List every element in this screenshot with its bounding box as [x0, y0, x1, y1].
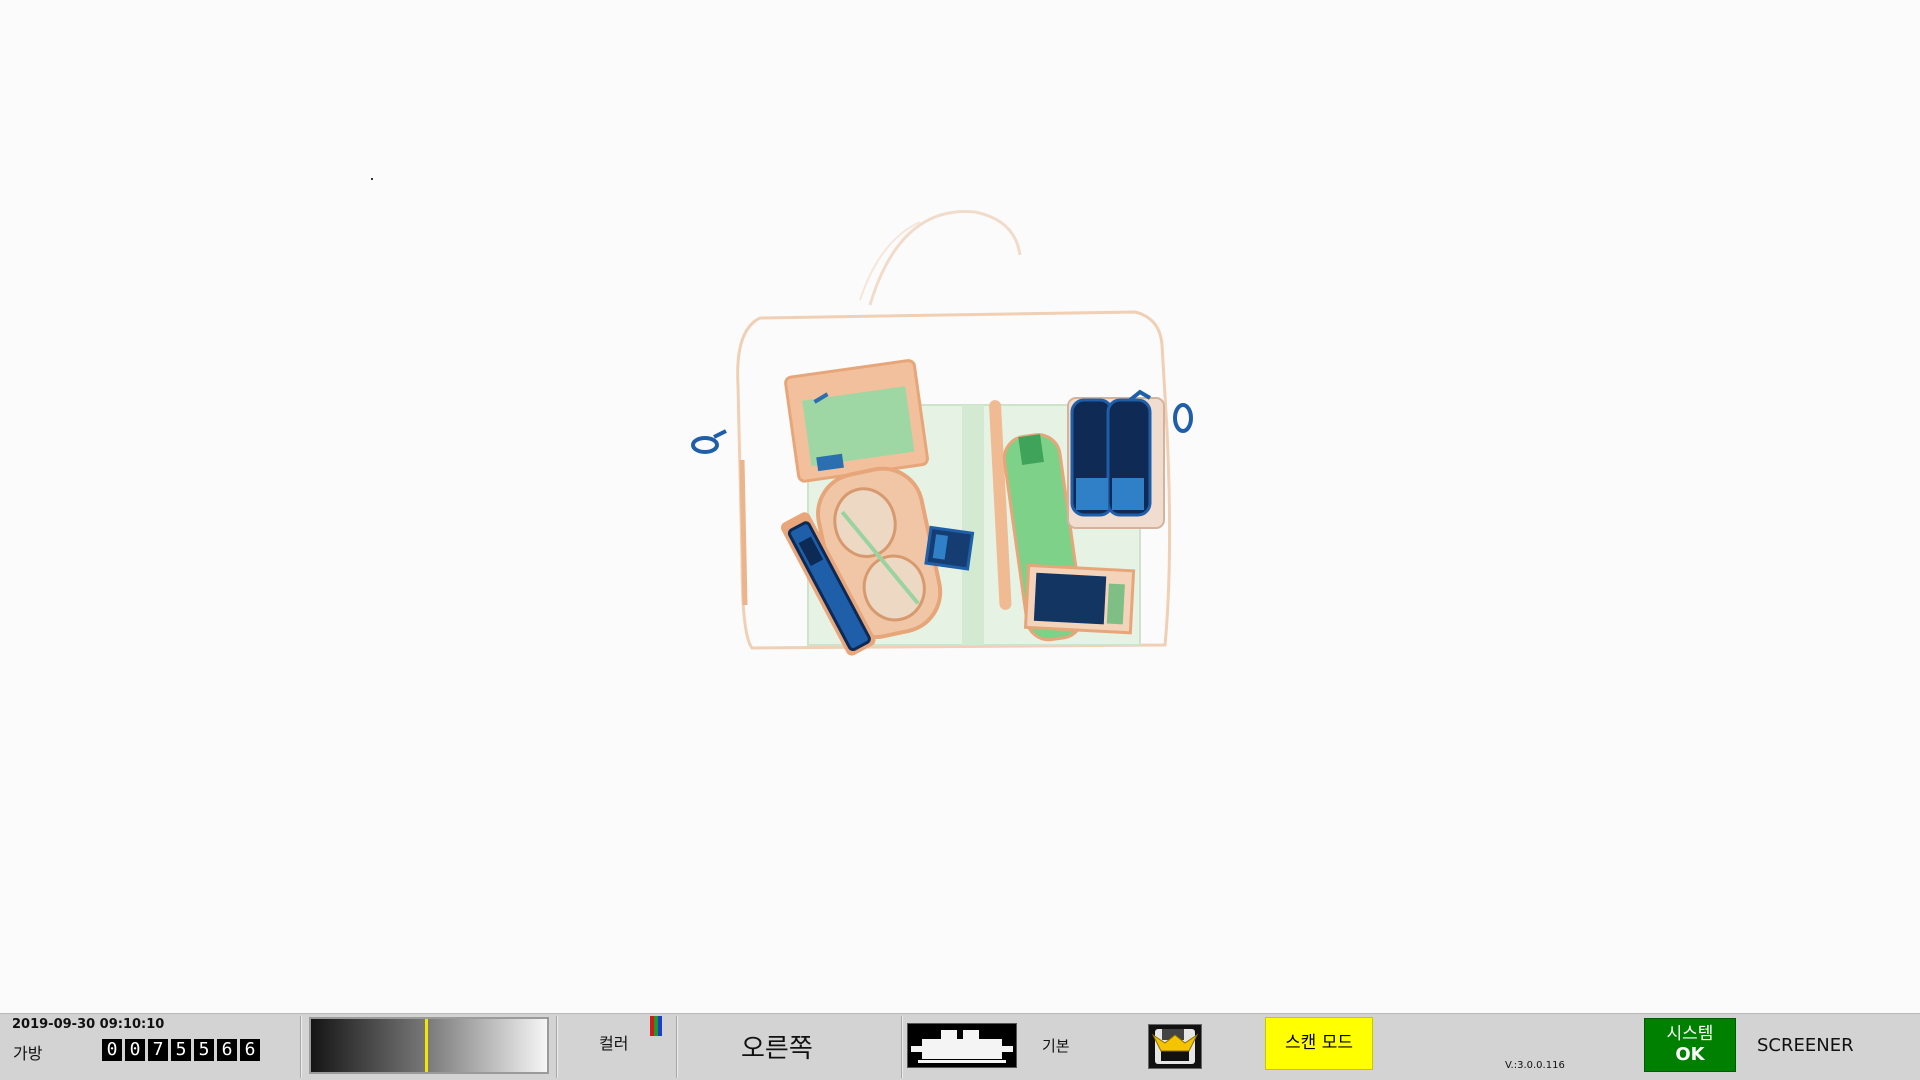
- bag-counter-digit: 5: [194, 1039, 214, 1061]
- grayscale-level-marker[interactable]: [425, 1019, 429, 1072]
- floppy-save-icon-graphic: [1151, 1029, 1199, 1064]
- scan-mode-button[interactable]: 스캔 모드: [1265, 1017, 1373, 1070]
- color-mode-label[interactable]: 컬러: [599, 1030, 628, 1054]
- color-palette-icon[interactable]: [650, 1016, 662, 1036]
- status-separator: [300, 1016, 302, 1078]
- status-separator: [556, 1016, 558, 1078]
- system-status-indicator: 시스템 OK: [1644, 1018, 1736, 1072]
- bag-counter-digit: 7: [148, 1039, 168, 1061]
- xray-image-viewport[interactable]: [0, 0, 1920, 1013]
- bag-counter-digit: 5: [171, 1039, 191, 1061]
- image-mode-label: 기본: [1042, 1037, 1070, 1055]
- bag-counter-digit: 0: [125, 1039, 145, 1061]
- conveyor-belt-icon[interactable]: [907, 1023, 1017, 1068]
- status-separator: [901, 1016, 903, 1078]
- system-status-value: OK: [1675, 1044, 1705, 1065]
- view-direction[interactable]: 오른쪽: [741, 1028, 813, 1065]
- conveyor-belt-icon-graphic: [911, 1030, 1013, 1063]
- user-role: SCREENER: [1757, 1035, 1854, 1056]
- floppy-save-icon[interactable]: [1148, 1024, 1202, 1069]
- xray-bag-scan-image: [371, 178, 1193, 656]
- color-bar-blue: [658, 1016, 662, 1036]
- status-bar: 2019-09-30 09:10:10 가방 0 0 7 5 5 6 6 컬러 …: [0, 1013, 1920, 1080]
- grayscale-level-slider[interactable]: [309, 1017, 549, 1074]
- scan-datetime: 2019-09-30 09:10:10: [12, 1017, 165, 1032]
- software-version: V.:3.0.0.116: [1505, 1060, 1565, 1071]
- bag-counter: 0 0 7 5 5 6 6: [102, 1039, 263, 1061]
- bag-counter-digit: 0: [102, 1039, 122, 1061]
- bag-counter-digit: 6: [217, 1039, 237, 1061]
- status-separator: [676, 1016, 678, 1078]
- system-status-label: 시스템: [1666, 1024, 1714, 1044]
- bag-counter-digit: 6: [240, 1039, 260, 1061]
- bag-count-label: 가방: [13, 1044, 43, 1063]
